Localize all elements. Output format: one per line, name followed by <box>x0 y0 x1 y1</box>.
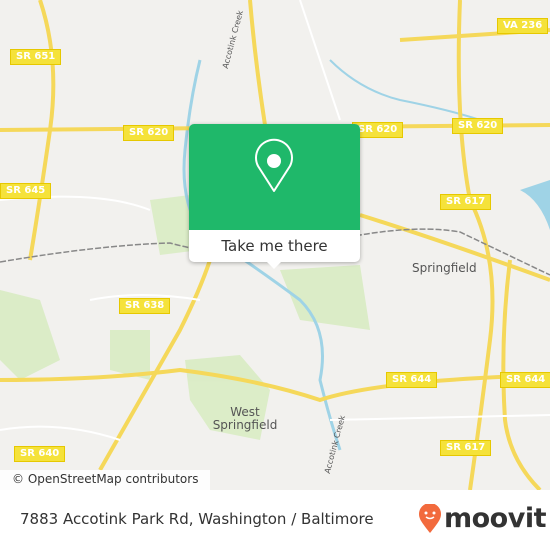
road-shield: SR 651 <box>10 49 62 65</box>
road-shield: SR 645 <box>0 183 52 199</box>
moovit-pin-icon <box>419 503 441 533</box>
popup-pointer <box>266 261 282 269</box>
road-shield: SR 620 <box>123 125 175 141</box>
place-label: West Springfield <box>212 405 278 432</box>
road-shield: SR 617 <box>440 440 492 456</box>
map[interactable]: SR 651 SR 620 SR 620 SR 620 VA 236 SR 64… <box>0 0 550 490</box>
attribution[interactable]: © OpenStreetMap contributors <box>0 470 211 490</box>
moovit-wordmark: moovit <box>444 503 547 534</box>
road-shield: VA 236 <box>497 18 549 34</box>
place-label: Springfield <box>412 261 477 275</box>
map-pin-icon <box>255 138 293 192</box>
road-shield: SR 640 <box>14 446 66 462</box>
road-shield: SR 620 <box>452 118 504 134</box>
address: 7883 Accotink Park Rd, Washington / Balt… <box>20 510 374 528</box>
take-me-there-button[interactable]: Take me there <box>189 230 360 262</box>
road-shield: SR 617 <box>440 194 492 210</box>
road-shield: SR 644 <box>386 372 438 388</box>
road-shield: SR 638 <box>119 298 171 314</box>
road-shield: SR 644 <box>500 372 550 388</box>
moovit-logo[interactable]: moovit <box>418 503 547 534</box>
location-popup[interactable]: Take me there <box>189 124 360 269</box>
